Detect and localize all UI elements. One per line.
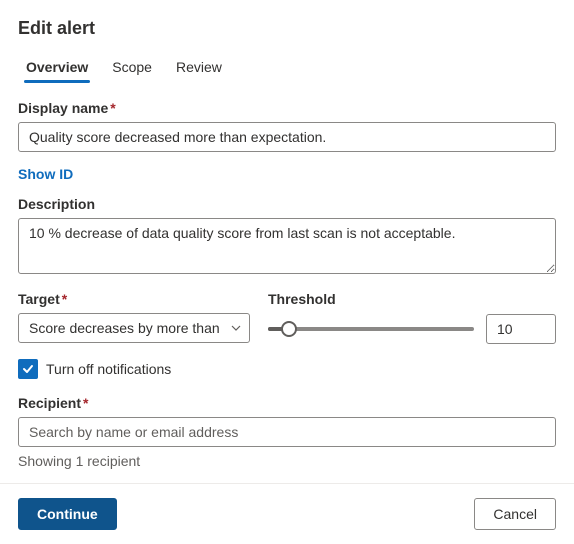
- recipient-label: Recipient*: [18, 395, 556, 411]
- label-text: Target: [18, 291, 60, 307]
- required-marker: *: [110, 100, 115, 116]
- footer: Continue Cancel: [0, 483, 574, 544]
- description-label: Description: [18, 196, 556, 212]
- continue-button[interactable]: Continue: [18, 498, 117, 530]
- display-name-label: Display name*: [18, 100, 556, 116]
- notifications-label: Turn off notifications: [46, 361, 171, 377]
- tab-review[interactable]: Review: [176, 53, 222, 81]
- description-textarea[interactable]: 10 % decrease of data quality score from…: [18, 218, 556, 274]
- threshold-label: Threshold: [268, 291, 556, 307]
- show-id-link[interactable]: Show ID: [18, 166, 73, 182]
- target-label: Target*: [18, 291, 250, 307]
- tab-overview[interactable]: Overview: [26, 53, 88, 81]
- label-text: Display name: [18, 100, 108, 116]
- page-title: Edit alert: [18, 18, 556, 39]
- recipient-search-input[interactable]: [18, 417, 556, 447]
- required-marker: *: [83, 395, 88, 411]
- slider-thumb[interactable]: [281, 321, 297, 337]
- cancel-button[interactable]: Cancel: [474, 498, 556, 530]
- tab-bar: Overview Scope Review: [18, 53, 556, 82]
- target-select[interactable]: Score decreases by more than: [18, 313, 250, 343]
- threshold-slider[interactable]: [268, 313, 474, 345]
- tab-scope[interactable]: Scope: [112, 53, 152, 81]
- label-text: Recipient: [18, 395, 81, 411]
- notifications-checkbox[interactable]: [18, 359, 38, 379]
- required-marker: *: [62, 291, 67, 307]
- threshold-input[interactable]: [486, 314, 556, 344]
- recipient-hint: Showing 1 recipient: [18, 453, 556, 469]
- display-name-input[interactable]: [18, 122, 556, 152]
- check-icon: [21, 362, 35, 376]
